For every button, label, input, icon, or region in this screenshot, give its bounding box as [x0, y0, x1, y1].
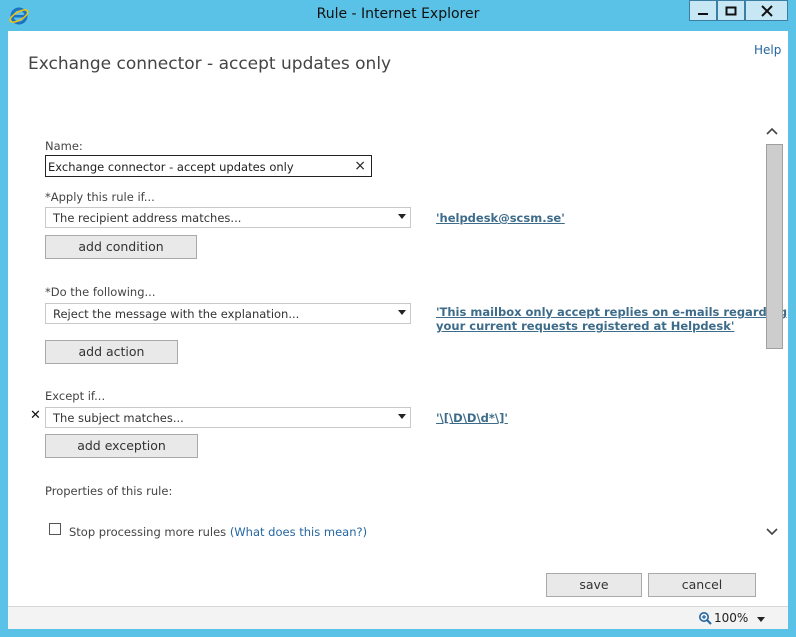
- exception-select-value: The subject matches...: [53, 411, 184, 425]
- what-does-this-mean-link[interactable]: (What does this mean?): [230, 525, 367, 539]
- save-button[interactable]: save: [546, 573, 642, 597]
- scroll-up-button[interactable]: [766, 124, 778, 138]
- status-bar: 100%: [8, 606, 788, 629]
- action-value-line2: your current requests registered at Help…: [436, 319, 735, 333]
- window-title: Rule - Internet Explorer: [316, 6, 480, 22]
- chevron-down-icon: [398, 214, 406, 219]
- exception-value-link[interactable]: '\[\D\D\d*\]': [436, 411, 508, 425]
- browser-window: Rule - Internet Explorer Help Exchange c…: [0, 0, 796, 637]
- name-label: Name:: [45, 139, 83, 153]
- scrollbar-thumb[interactable]: [766, 144, 783, 349]
- chevron-up-icon: [766, 127, 778, 135]
- help-link[interactable]: Help: [754, 43, 781, 57]
- action-value-line1: 'This mailbox only accept replies on e-m…: [436, 305, 788, 319]
- stop-processing-checkbox[interactable]: [49, 523, 61, 535]
- scroll-down-button[interactable]: [766, 525, 778, 539]
- page-title: Exchange connector - accept updates only: [28, 54, 392, 74]
- stop-processing-label: Stop processing more rules (What does th…: [69, 525, 367, 539]
- apply-rule-label: *Apply this rule if...: [45, 190, 155, 204]
- exception-select[interactable]: The subject matches...: [45, 407, 411, 428]
- clear-icon[interactable]: ×: [354, 158, 366, 174]
- add-action-button[interactable]: add action: [45, 340, 178, 364]
- maximize-icon: [725, 6, 737, 15]
- chevron-down-icon: [766, 528, 778, 536]
- zoom-level: 100%: [714, 611, 749, 625]
- add-exception-button[interactable]: add exception: [45, 434, 198, 458]
- condition-select-value: The recipient address matches...: [53, 211, 242, 225]
- maximize-button[interactable]: [717, 0, 745, 21]
- properties-label: Properties of this rule:: [45, 484, 173, 498]
- do-following-label: *Do the following...: [45, 285, 156, 299]
- minimize-icon: [698, 12, 708, 15]
- chevron-down-icon: [398, 310, 406, 315]
- name-input[interactable]: Exchange connector - accept updates only…: [45, 155, 372, 177]
- except-if-label: Except if...: [45, 389, 106, 403]
- cancel-button[interactable]: cancel: [648, 573, 756, 597]
- action-select-value: Reject the message with the explanation.…: [53, 307, 300, 321]
- zoom-dropdown-icon[interactable]: [757, 617, 765, 622]
- add-condition-button[interactable]: add condition: [45, 235, 197, 259]
- condition-value-link[interactable]: 'helpdesk@scsm.se': [436, 211, 565, 225]
- chevron-down-icon: [398, 414, 406, 419]
- action-select[interactable]: Reject the message with the explanation.…: [45, 303, 411, 324]
- condition-select[interactable]: The recipient address matches...: [45, 207, 411, 228]
- zoom-control[interactable]: 100%: [698, 611, 748, 625]
- title-bar: Rule - Internet Explorer: [0, 0, 796, 31]
- page-content: Help Exchange connector - accept updates…: [8, 31, 788, 606]
- action-value-link[interactable]: 'This mailbox only accept replies on e-m…: [436, 305, 787, 333]
- zoom-icon: [699, 612, 712, 625]
- name-input-value: Exchange connector - accept updates only: [48, 160, 294, 174]
- close-button[interactable]: [745, 0, 788, 21]
- remove-icon[interactable]: ✕: [30, 408, 41, 423]
- close-icon: [760, 4, 773, 17]
- minimize-button[interactable]: [689, 0, 717, 21]
- stop-processing-text: Stop processing more rules: [69, 525, 227, 539]
